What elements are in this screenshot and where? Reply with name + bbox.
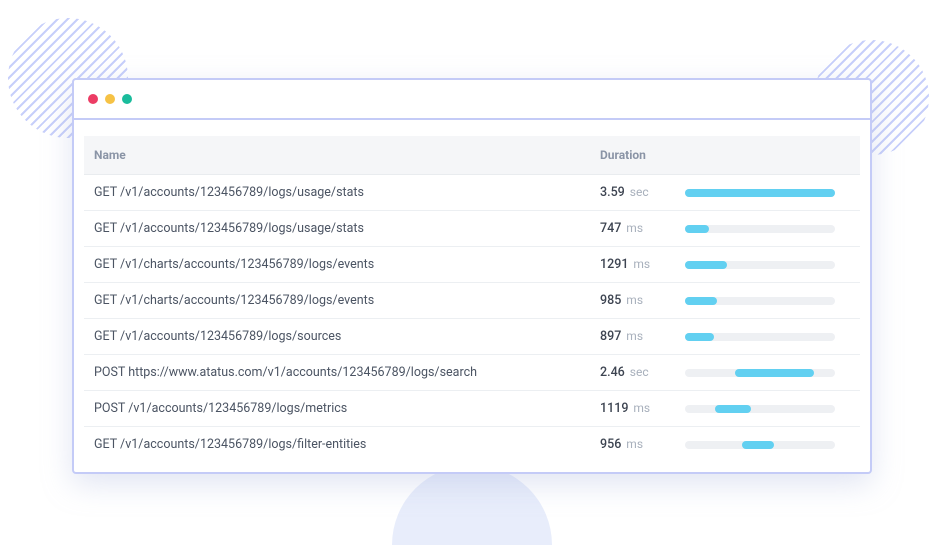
timeline-track xyxy=(685,225,835,233)
duration-unit: ms xyxy=(623,437,643,451)
duration-value: 956 xyxy=(600,437,621,452)
table-row[interactable]: GET /v1/accounts/123456789/logs/sources8… xyxy=(84,319,860,355)
request-duration: 747 ms xyxy=(600,221,685,236)
timeline-track xyxy=(685,189,835,197)
duration-value: 1119 xyxy=(600,401,628,416)
timeline-bar xyxy=(685,189,835,197)
request-name: GET /v1/charts/accounts/123456789/logs/e… xyxy=(94,257,600,272)
request-name: GET /v1/charts/accounts/123456789/logs/e… xyxy=(94,293,600,308)
request-duration: 956 ms xyxy=(600,437,685,452)
duration-unit: ms xyxy=(623,221,643,235)
duration-unit: sec xyxy=(627,185,649,199)
decorative-circle-bottom xyxy=(392,465,552,545)
timeline-bar xyxy=(742,441,774,449)
window-maximize-icon[interactable] xyxy=(122,94,132,104)
request-duration: 897 ms xyxy=(600,329,685,344)
timeline-bar xyxy=(735,369,815,377)
timeline-bar xyxy=(685,261,727,269)
request-duration: 985 ms xyxy=(600,293,685,308)
window-close-icon[interactable] xyxy=(88,94,98,104)
duration-unit: ms xyxy=(623,293,643,307)
timeline-bar xyxy=(715,405,751,413)
duration-value: 3.59 xyxy=(600,185,625,200)
request-duration: 3.59 sec xyxy=(600,185,685,200)
window-titlebar xyxy=(74,80,870,120)
duration-value: 985 xyxy=(600,293,621,308)
request-duration: 1119 ms xyxy=(600,401,685,416)
browser-window: Name Duration GET /v1/accounts/123456789… xyxy=(72,78,872,474)
timeline-bar xyxy=(685,225,709,233)
timeline-cell xyxy=(685,441,850,449)
timeline-track xyxy=(685,333,835,341)
timeline-cell xyxy=(685,369,850,377)
request-duration: 2.46 sec xyxy=(600,365,685,380)
request-duration: 1291 ms xyxy=(600,257,685,272)
duration-value: 2.46 xyxy=(600,365,625,380)
column-header-duration[interactable]: Duration xyxy=(600,148,685,162)
request-name: POST https://www.atatus.com/v1/accounts/… xyxy=(94,365,600,380)
table-header: Name Duration xyxy=(84,136,860,175)
window-minimize-icon[interactable] xyxy=(105,94,115,104)
duration-unit: ms xyxy=(630,257,650,271)
timeline-cell xyxy=(685,261,850,269)
table-row[interactable]: GET /v1/charts/accounts/123456789/logs/e… xyxy=(84,247,860,283)
timeline-bar xyxy=(685,297,717,305)
timeline-cell xyxy=(685,405,850,413)
timeline-cell xyxy=(685,225,850,233)
request-name: GET /v1/accounts/123456789/logs/usage/st… xyxy=(94,221,600,236)
request-name: GET /v1/accounts/123456789/logs/filter-e… xyxy=(94,437,600,452)
timeline-cell xyxy=(685,297,850,305)
request-name: POST /v1/accounts/123456789/logs/metrics xyxy=(94,401,600,416)
table-row[interactable]: GET /v1/accounts/123456789/logs/filter-e… xyxy=(84,427,860,462)
timeline-track xyxy=(685,261,835,269)
request-table: Name Duration GET /v1/accounts/123456789… xyxy=(74,120,870,472)
timeline-track xyxy=(685,405,835,413)
table-row[interactable]: POST /v1/accounts/123456789/logs/metrics… xyxy=(84,391,860,427)
duration-value: 1291 xyxy=(600,257,628,272)
duration-value: 897 xyxy=(600,329,621,344)
table-row[interactable]: GET /v1/accounts/123456789/logs/usage/st… xyxy=(84,211,860,247)
timeline-bar xyxy=(685,333,714,341)
request-name: GET /v1/accounts/123456789/logs/sources xyxy=(94,329,600,344)
request-name: GET /v1/accounts/123456789/logs/usage/st… xyxy=(94,185,600,200)
table-row[interactable]: POST https://www.atatus.com/v1/accounts/… xyxy=(84,355,860,391)
table-row[interactable]: GET /v1/charts/accounts/123456789/logs/e… xyxy=(84,283,860,319)
timeline-track xyxy=(685,297,835,305)
duration-unit: sec xyxy=(627,365,649,379)
timeline-track xyxy=(685,369,835,377)
table-row[interactable]: GET /v1/accounts/123456789/logs/usage/st… xyxy=(84,175,860,211)
timeline-cell xyxy=(685,189,850,197)
duration-unit: ms xyxy=(623,329,643,343)
timeline-cell xyxy=(685,333,850,341)
column-header-name[interactable]: Name xyxy=(94,148,600,162)
duration-value: 747 xyxy=(600,221,621,236)
timeline-track xyxy=(685,441,835,449)
duration-unit: ms xyxy=(630,401,650,415)
